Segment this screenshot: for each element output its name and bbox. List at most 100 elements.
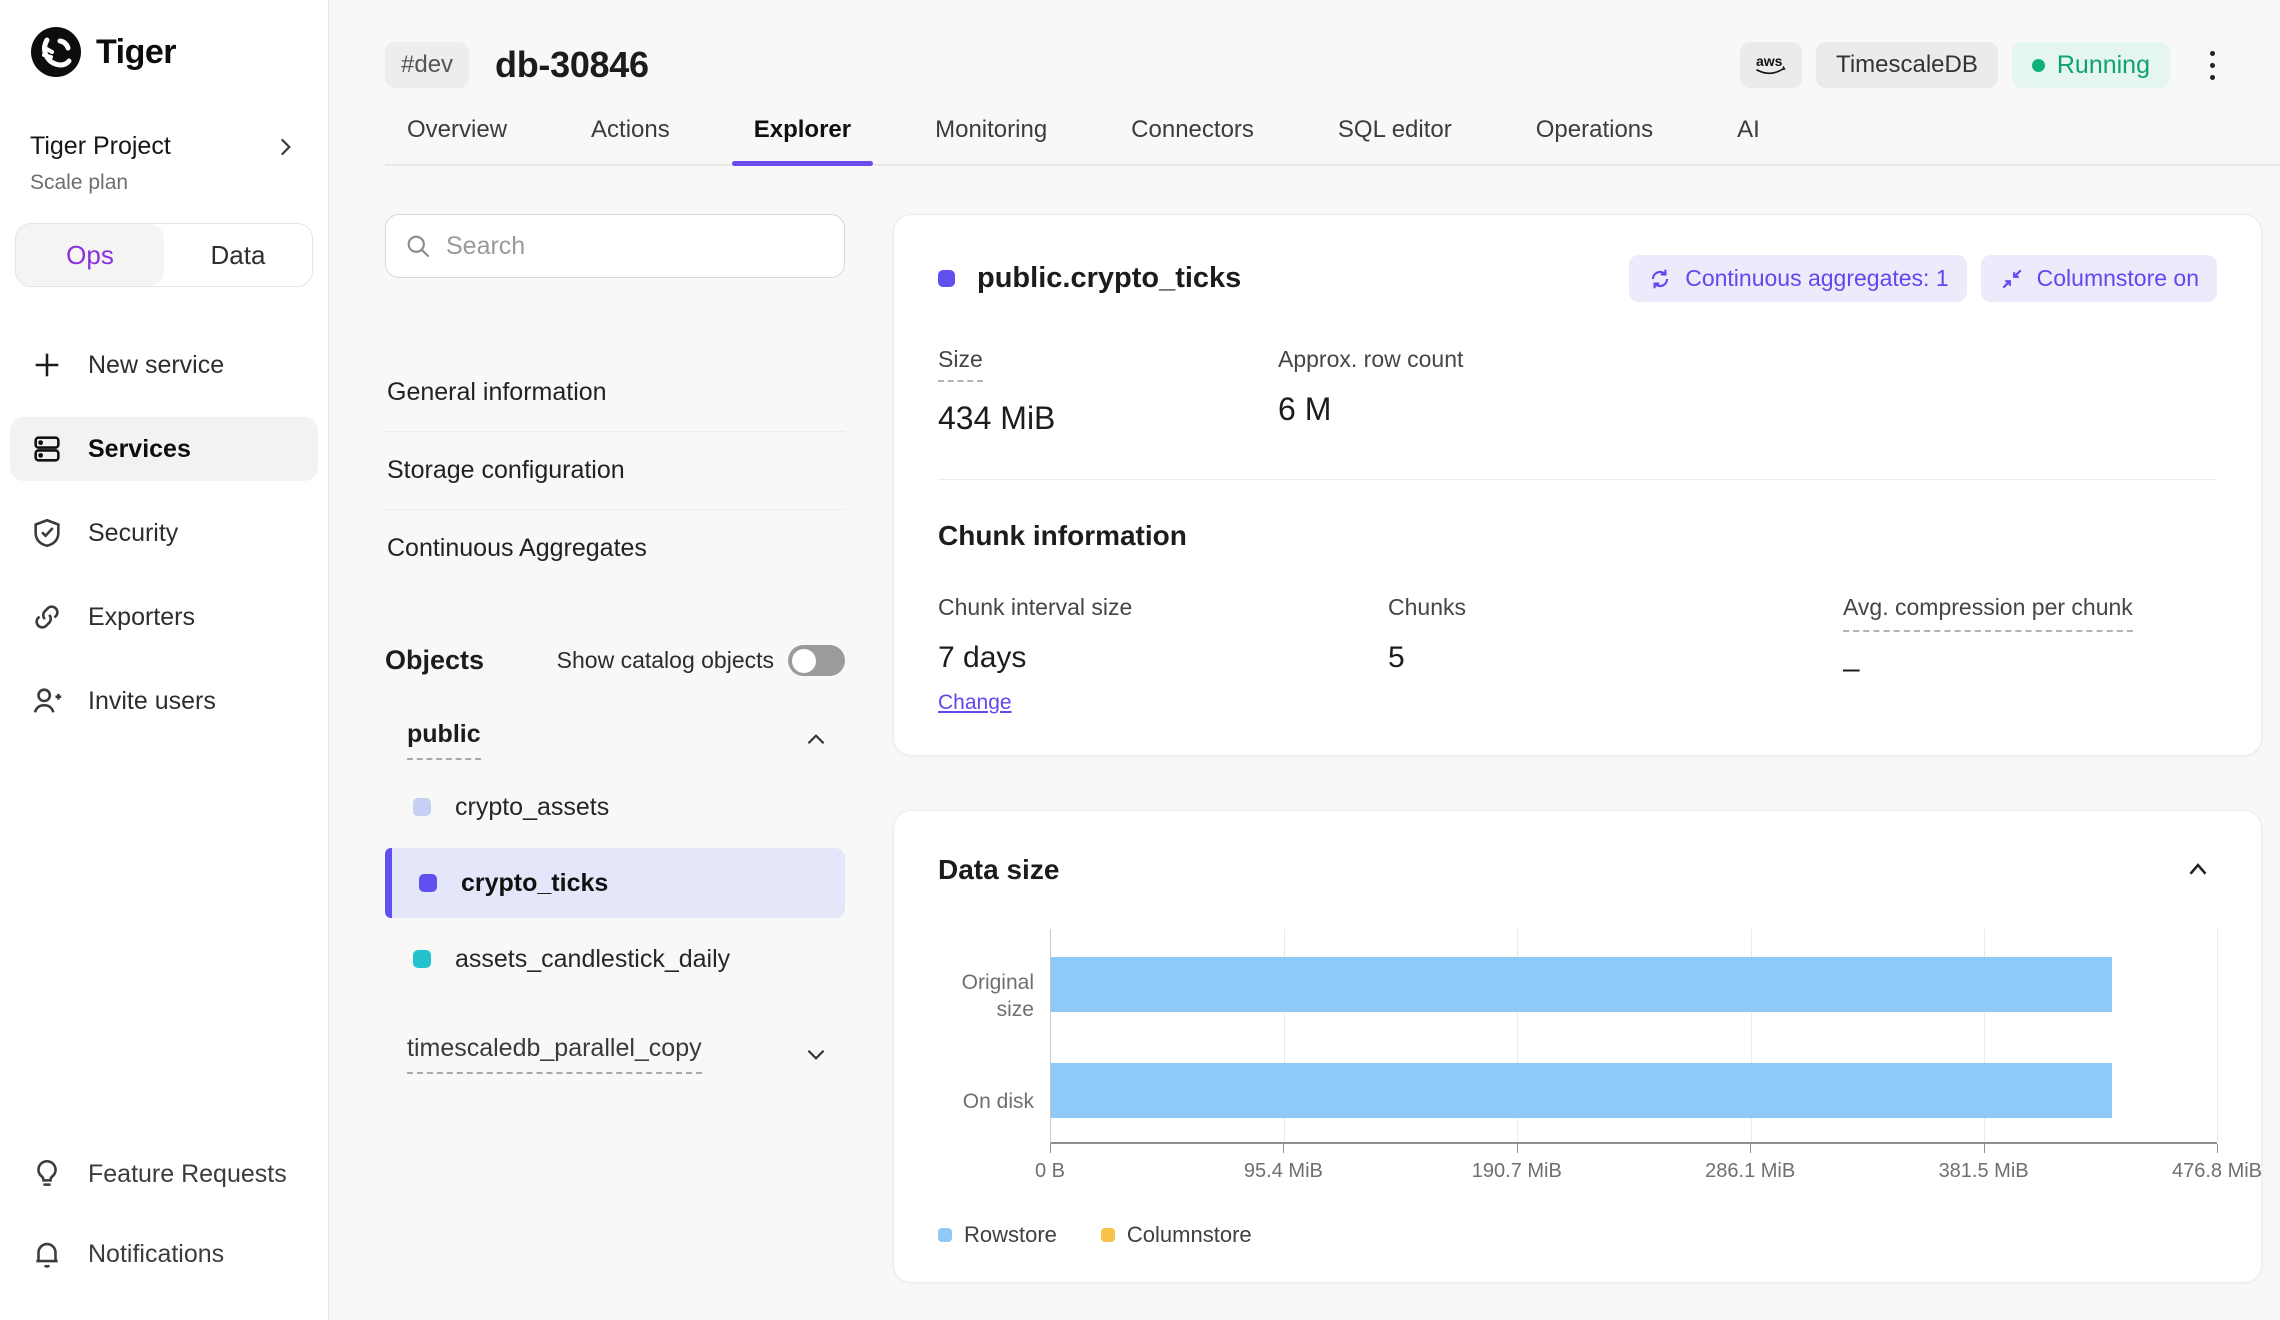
sidebar-item-exporters[interactable]: Exporters <box>10 585 318 649</box>
sidebar-item-feature-requests[interactable]: Feature Requests <box>10 1142 318 1206</box>
sidebar-footer: Feature Requests Notifications <box>10 1142 318 1302</box>
search-box <box>385 214 845 278</box>
lightbulb-icon <box>30 1157 64 1191</box>
x-tick: 286.1 MiB <box>1705 1160 1795 1183</box>
sidebar-item-label: Security <box>88 519 178 548</box>
chevron-down-icon <box>803 1041 829 1067</box>
project-switcher-button[interactable]: Tiger Project <box>30 132 298 161</box>
size-label: Size <box>938 346 983 382</box>
timescaledb-badge: TimescaleDB <box>1816 42 1998 88</box>
table-card-title: public.crypto_ticks <box>977 262 1241 295</box>
tab-monitoring[interactable]: Monitoring <box>913 116 1069 164</box>
nav-continuous-aggregates[interactable]: Continuous Aggregates <box>385 509 845 587</box>
cards-column: public.crypto_ticks Continuous aggregate… <box>893 214 2262 1283</box>
legend-rowstore[interactable]: Rowstore <box>938 1222 1057 1248</box>
tree-item-assets-candlestick-daily[interactable]: assets_candlestick_daily <box>385 924 845 994</box>
avg-compression-value: – <box>1843 652 2217 686</box>
explorer-content: General information Storage configuratio… <box>329 166 2280 1283</box>
data-size-card: Data size Original size On disk <box>893 810 2262 1283</box>
link-icon <box>30 600 64 634</box>
chart-legend: Rowstore Columnstore <box>938 1222 2217 1248</box>
chunks-label: Chunks <box>1388 594 1466 620</box>
aws-badge: aws <box>1740 42 1802 88</box>
data-size-chart: Original size On disk <box>938 929 2217 1248</box>
table-color-icon <box>938 270 955 287</box>
schema-name: timescaledb_parallel_copy <box>407 1034 702 1074</box>
sidebar-item-notifications[interactable]: Notifications <box>10 1222 318 1286</box>
header-right: aws TimescaleDB Running <box>1740 42 2232 88</box>
continuous-aggregates-badge[interactable]: Continuous aggregates: 1 <box>1629 255 1966 302</box>
brand-logo-row[interactable]: Tiger <box>0 0 328 78</box>
chevron-up-icon <box>803 727 829 753</box>
nav-general-information[interactable]: General information <box>385 354 845 431</box>
legend-label: Columnstore <box>1127 1222 1252 1248</box>
table-name: crypto_assets <box>455 793 609 822</box>
sidebar-item-security[interactable]: Security <box>10 501 318 565</box>
schema-name: public <box>407 720 481 760</box>
project-switcher: Tiger Project Scale plan <box>0 132 328 195</box>
chart-plot-area <box>1050 929 2217 1144</box>
badge-label: Columnstore on <box>2037 265 2199 292</box>
columnstore-badge[interactable]: Columnstore on <box>1981 255 2217 302</box>
bell-icon <box>30 1237 64 1271</box>
shield-check-icon <box>30 516 64 550</box>
service-title: db-30846 <box>495 44 649 86</box>
sidebar-item-label: Services <box>88 435 191 464</box>
tab-sql-editor[interactable]: SQL editor <box>1316 116 1474 164</box>
schema-row-public[interactable]: public <box>385 714 845 766</box>
x-tick: 381.5 MiB <box>1939 1160 2029 1183</box>
schema-row-timescaledb-parallel-copy[interactable]: timescaledb_parallel_copy <box>385 1034 845 1074</box>
kebab-menu-button[interactable] <box>2192 42 2232 88</box>
tab-operations[interactable]: Operations <box>1514 116 1675 164</box>
avg-compression-label: Avg. compression per chunk <box>1843 594 2133 632</box>
stat-chunk-interval: Chunk interval size 7 days Change <box>938 594 1388 715</box>
tree-item-crypto-assets[interactable]: crypto_assets <box>385 772 845 842</box>
sidebar-item-new-service[interactable]: New service <box>10 333 318 397</box>
stat-size: Size 434 MiB <box>938 346 1278 437</box>
catalog-toggle-switch[interactable] <box>788 645 845 676</box>
chart-category-label: Original size <box>938 969 1034 1024</box>
x-tick: 190.7 MiB <box>1472 1160 1562 1183</box>
chart-card-header: Data size <box>938 851 2217 889</box>
collapse-chevron-up-icon[interactable] <box>2179 851 2217 889</box>
stat-row-count: Approx. row count 6 M <box>1278 346 1618 437</box>
status-badge: Running <box>2012 42 2170 88</box>
tab-connectors[interactable]: Connectors <box>1109 116 1276 164</box>
table-info-card: public.crypto_ticks Continuous aggregate… <box>893 214 2262 756</box>
x-tick: 0 B <box>1035 1160 1065 1183</box>
objects-heading: Objects <box>385 645 484 676</box>
main-area: #dev db-30846 aws TimescaleDB Running Ov… <box>329 0 2280 1320</box>
table-color-icon <box>419 874 437 892</box>
tab-actions[interactable]: Actions <box>569 116 692 164</box>
nav-storage-configuration[interactable]: Storage configuration <box>385 431 845 509</box>
chunk-interval-value: 7 days <box>938 641 1388 675</box>
bar-on-disk <box>1051 1063 2112 1118</box>
tab-explorer[interactable]: Explorer <box>732 116 873 164</box>
table-color-icon <box>413 950 431 968</box>
stat-avg-compression: Avg. compression per chunk – <box>1843 594 2217 715</box>
sidebar-item-label: Feature Requests <box>88 1160 287 1189</box>
refresh-icon <box>1647 266 1673 292</box>
mode-ops[interactable]: Ops <box>16 224 164 286</box>
objects-tree: public crypto_assets crypto_ticks assets… <box>385 714 845 1074</box>
sidebar-item-invite-users[interactable]: Invite users <box>10 669 318 733</box>
legend-label: Rowstore <box>964 1222 1057 1248</box>
change-link[interactable]: Change <box>938 691 1012 715</box>
sidebar: Tiger Tiger Project Scale plan Ops Data … <box>0 0 329 1320</box>
tab-ai[interactable]: AI <box>1715 116 1782 164</box>
legend-columnstore[interactable]: Columnstore <box>1101 1222 1252 1248</box>
brand-name: Tiger <box>96 33 176 72</box>
rowstore-swatch-icon <box>938 1228 952 1242</box>
chart-category-label: On disk <box>938 1075 1034 1130</box>
tab-overview[interactable]: Overview <box>385 116 529 164</box>
sidebar-item-label: Exporters <box>88 603 195 632</box>
mode-data[interactable]: Data <box>164 224 312 286</box>
tree-item-crypto-ticks[interactable]: crypto_ticks <box>385 848 845 918</box>
chunk-info-heading: Chunk information <box>938 520 2217 552</box>
sidebar-item-services[interactable]: Services <box>10 417 318 481</box>
search-input[interactable] <box>446 232 826 261</box>
table-color-icon <box>413 798 431 816</box>
chunk-stats-grid: Chunk interval size 7 days Change Chunks… <box>938 594 2217 715</box>
table-name: assets_candlestick_daily <box>455 945 730 974</box>
sidebar-item-label: New service <box>88 351 224 380</box>
